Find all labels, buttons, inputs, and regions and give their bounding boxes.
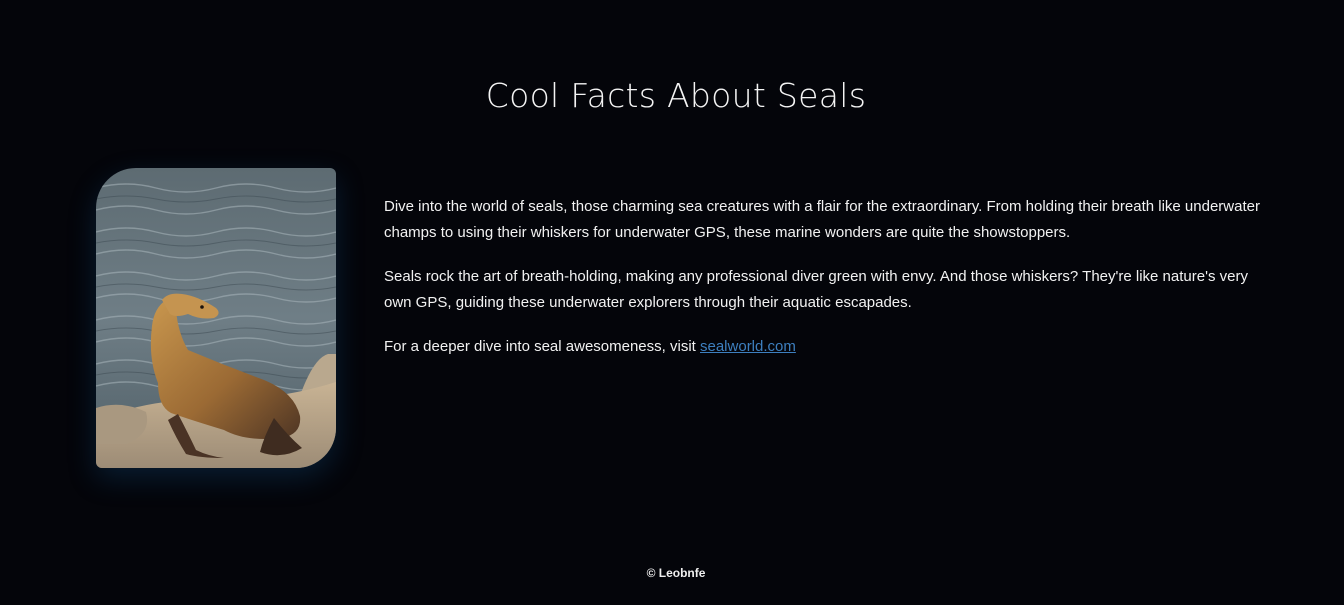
footer-copyright: © Leobnfe xyxy=(646,566,706,580)
page-title: Cool Facts About Seals xyxy=(485,76,867,115)
paragraph-link: For a deeper dive into seal awesomeness,… xyxy=(384,334,1264,360)
link-prefix: For a deeper dive into seal awesomeness,… xyxy=(384,338,700,355)
sealworld-link[interactable]: sealworld.com xyxy=(700,338,796,355)
paragraph-breath-holding: Seals rock the art of breath-holding, ma… xyxy=(384,268,1248,311)
intro-text: Dive into the world of seals, those char… xyxy=(384,194,1264,360)
seal-photo xyxy=(96,168,336,468)
paragraph-intro: Dive into the world of seals, those char… xyxy=(384,198,1260,241)
